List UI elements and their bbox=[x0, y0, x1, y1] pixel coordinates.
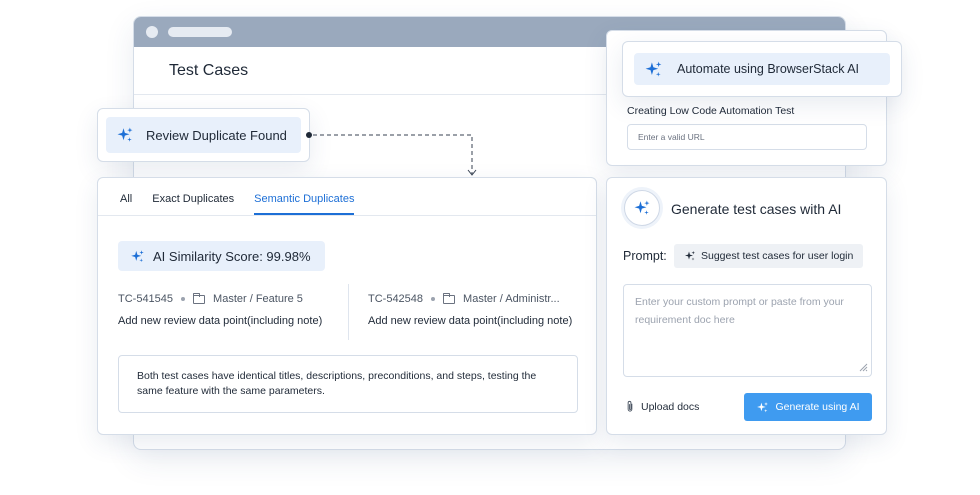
separator-dot bbox=[181, 297, 186, 301]
suggestion-chip[interactable]: Suggest test cases for user login bbox=[674, 244, 864, 268]
review-duplicate-button[interactable]: Review Duplicate Found bbox=[106, 117, 301, 153]
test-case-id: TC-542548 bbox=[368, 293, 424, 305]
sparkle-icon bbox=[131, 249, 144, 262]
folder-icon bbox=[443, 292, 456, 304]
upload-docs-label: Upload docs bbox=[641, 400, 700, 413]
generate-using-ai-button[interactable]: Generate using AI bbox=[744, 393, 872, 421]
suggestion-label: Suggest test cases for user login bbox=[701, 250, 854, 262]
window-control-dot[interactable] bbox=[146, 26, 158, 38]
separator-dot bbox=[431, 297, 436, 301]
folder-icon bbox=[193, 292, 206, 304]
page-title: Test Cases bbox=[169, 62, 249, 79]
automate-popup: Automate using BrowserStack AI bbox=[622, 41, 902, 97]
test-case-path: Master / Feature 5 bbox=[213, 293, 303, 305]
duplicate-explanation: Both test cases have identical titles, d… bbox=[118, 355, 578, 413]
prompt-textarea[interactable] bbox=[623, 284, 872, 377]
paperclip-icon bbox=[627, 400, 633, 412]
test-case-description: Add new review data point(including note… bbox=[368, 315, 573, 327]
duplicates-panel: All Exact Duplicates Semantic Duplicates… bbox=[97, 177, 597, 435]
sparkle-icon bbox=[685, 251, 695, 261]
url-input[interactable] bbox=[627, 124, 867, 150]
sparkle-icon bbox=[757, 401, 769, 412]
automate-browserstack-button[interactable]: Automate using BrowserStack AI bbox=[634, 53, 890, 85]
generate-button-label: Generate using AI bbox=[775, 401, 860, 413]
generate-test-cases-card: Generate test cases with AI Prompt: Sugg… bbox=[606, 177, 887, 435]
ai-badge bbox=[624, 190, 660, 226]
automate-button-label: Automate using BrowserStack AI bbox=[677, 62, 860, 76]
upload-docs-link[interactable]: Upload docs bbox=[625, 400, 699, 413]
tab-all[interactable]: All bbox=[120, 193, 132, 215]
sparkle-icon bbox=[117, 127, 133, 142]
connector-arrow bbox=[306, 132, 477, 176]
test-case-left[interactable]: TC-541545 Master / Feature 5 Add new rev… bbox=[118, 292, 323, 327]
generate-title: Generate test cases with AI bbox=[671, 201, 842, 217]
sparkle-icon bbox=[645, 61, 662, 77]
test-case-path: Master / Administr... bbox=[463, 293, 560, 305]
window-title-placeholder bbox=[168, 27, 232, 37]
column-divider bbox=[348, 284, 349, 340]
resize-handle-icon[interactable] bbox=[858, 362, 868, 372]
test-case-description: Add new review data point(including note… bbox=[118, 315, 323, 327]
review-duplicate-card[interactable]: Review Duplicate Found bbox=[97, 108, 310, 162]
test-case-right[interactable]: TC-542548 Master / Administr... Add new … bbox=[368, 292, 573, 327]
tab-semantic-duplicates[interactable]: Semantic Duplicates bbox=[254, 193, 355, 215]
low-code-section-label: Creating Low Code Automation Test bbox=[627, 105, 795, 117]
test-case-id: TC-541545 bbox=[118, 293, 174, 305]
duplicate-tabs: All Exact Duplicates Semantic Duplicates bbox=[98, 178, 596, 216]
sparkle-icon bbox=[634, 200, 650, 215]
review-duplicate-label: Review Duplicate Found bbox=[146, 127, 287, 143]
tab-exact-duplicates[interactable]: Exact Duplicates bbox=[152, 193, 234, 215]
similarity-score-label: AI Similarity Score: 99.98% bbox=[153, 248, 311, 264]
similarity-score-badge: AI Similarity Score: 99.98% bbox=[118, 241, 325, 271]
prompt-label: Prompt: bbox=[623, 249, 667, 263]
